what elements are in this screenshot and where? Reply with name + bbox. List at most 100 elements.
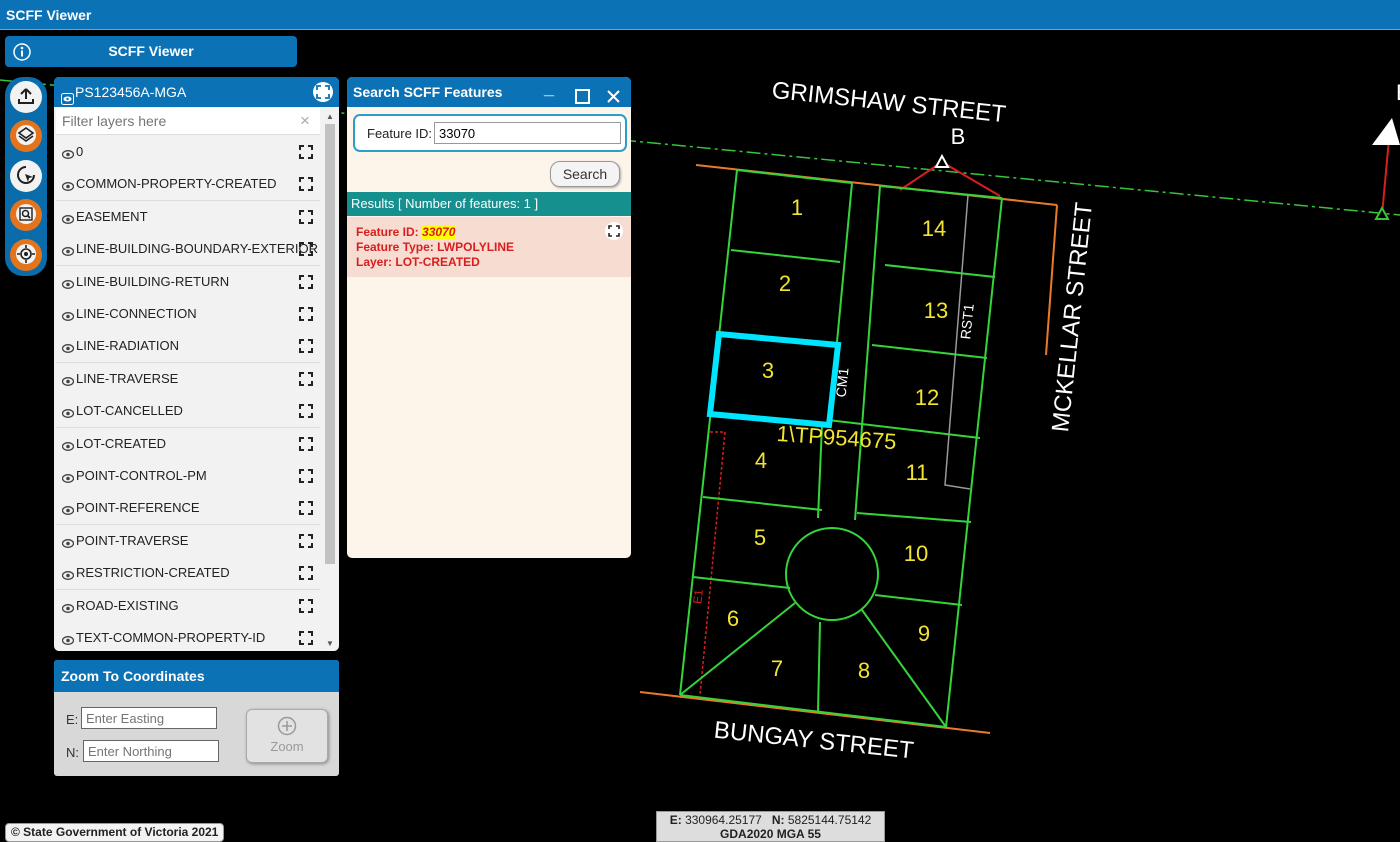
layer-row[interactable]: ROAD-EXISTING bbox=[56, 589, 320, 623]
eye-icon[interactable] bbox=[61, 536, 75, 551]
locate-button[interactable] bbox=[10, 239, 42, 271]
result-item[interactable]: Feature ID: 33070 Feature Type: LWPOLYLI… bbox=[347, 217, 631, 277]
eye-icon[interactable] bbox=[61, 406, 75, 421]
layer-name: LOT-CANCELLED bbox=[76, 403, 183, 419]
result-layer-label: Layer: bbox=[356, 255, 393, 269]
zoom-to-icon[interactable] bbox=[298, 371, 314, 390]
locate-icon bbox=[15, 243, 37, 268]
results-header: Results [ Number of features: 1 ] bbox=[347, 192, 631, 216]
layer-row[interactable]: 0 bbox=[56, 136, 320, 169]
zoom-to-icon[interactable] bbox=[298, 176, 314, 195]
upload-icon bbox=[17, 87, 35, 108]
coordinate-readout: E: 330964.25177 N: 5825144.75142 GDA2020… bbox=[656, 811, 885, 842]
zoom-to-icon[interactable] bbox=[298, 436, 314, 455]
app-title: SCFF Viewer bbox=[6, 7, 92, 23]
map-lot-number: 11 bbox=[906, 460, 929, 485]
zoom-to-icon[interactable] bbox=[298, 209, 314, 228]
map-lot-number: 7 bbox=[771, 656, 783, 681]
layer-row[interactable]: POINT-REFERENCE bbox=[56, 492, 320, 526]
result-feature-type-label: Feature Type: bbox=[356, 240, 434, 254]
scroll-up-icon[interactable]: ▲ bbox=[326, 112, 334, 121]
eye-icon[interactable] bbox=[61, 179, 75, 194]
easting-label: E: bbox=[66, 712, 79, 727]
layer-row[interactable]: LINE-CONNECTION bbox=[56, 298, 320, 331]
layer-row[interactable]: LINE-BUILDING-RETURN bbox=[56, 265, 320, 299]
layer-row[interactable]: POINT-TRAVERSE bbox=[56, 524, 320, 558]
layer-list-scrollbar[interactable]: ▲ ▼ bbox=[323, 110, 337, 651]
map-street-label-north: GRIMSHAW STREET bbox=[770, 77, 1007, 128]
zoom-to-icon[interactable] bbox=[298, 338, 314, 357]
layer-name: ROAD-EXISTING bbox=[76, 597, 179, 613]
layer-row[interactable]: RESTRICTION-CREATED bbox=[56, 557, 320, 591]
result-feature-id-label: Feature ID: bbox=[356, 225, 419, 239]
close-icon[interactable] bbox=[606, 84, 621, 114]
feature-id-label: Feature ID: bbox=[367, 126, 433, 141]
eye-icon[interactable] bbox=[61, 633, 75, 648]
result-zoom-icon[interactable] bbox=[605, 222, 623, 243]
layers-button[interactable] bbox=[10, 120, 42, 152]
scroll-down-icon[interactable]: ▼ bbox=[326, 639, 334, 648]
layer-row[interactable]: LINE-TRAVERSE bbox=[56, 362, 320, 396]
eye-icon[interactable] bbox=[61, 277, 75, 292]
layer-row[interactable]: EASEMENT bbox=[56, 200, 320, 234]
map-cm-label: CM1 bbox=[833, 367, 852, 398]
zoom-to-icon[interactable] bbox=[298, 403, 314, 422]
layer-row[interactable]: LOT-CANCELLED bbox=[56, 395, 320, 429]
northing-input[interactable] bbox=[83, 740, 219, 762]
select-button[interactable] bbox=[10, 160, 42, 192]
feature-id-input[interactable] bbox=[434, 122, 621, 144]
eye-icon[interactable] bbox=[61, 309, 75, 324]
eye-icon[interactable] bbox=[61, 568, 75, 583]
easting-input[interactable] bbox=[81, 707, 217, 729]
zoom-to-icon[interactable] bbox=[298, 468, 314, 487]
search-submit-button[interactable]: Search bbox=[550, 161, 620, 187]
clear-filter-icon[interactable]: × bbox=[300, 111, 310, 131]
eye-icon[interactable] bbox=[61, 374, 75, 389]
map-marker-triangle bbox=[934, 153, 950, 168]
layer-row[interactable]: LOT-CREATED bbox=[56, 427, 320, 461]
zoom-to-icon[interactable] bbox=[298, 274, 314, 293]
eye-icon[interactable] bbox=[61, 147, 75, 162]
scrollbar-thumb[interactable] bbox=[325, 124, 335, 564]
map-lot-number: 5 bbox=[754, 525, 766, 550]
layer-row[interactable]: COMMON-PROPERTY-CREATED bbox=[56, 168, 320, 202]
map-lot-number: 4 bbox=[755, 448, 767, 473]
layer-name: RESTRICTION-CREATED bbox=[76, 565, 230, 581]
layer-name: EASEMENT bbox=[76, 208, 148, 224]
minimize-icon[interactable]: _ bbox=[544, 77, 554, 103]
zoom-to-icon[interactable] bbox=[298, 630, 314, 649]
eye-icon[interactable] bbox=[61, 601, 75, 616]
map-lot-number: 3 bbox=[762, 358, 774, 383]
upload-button[interactable] bbox=[10, 81, 42, 113]
eye-icon[interactable] bbox=[61, 341, 75, 356]
zoom-to-icon[interactable] bbox=[298, 144, 314, 163]
result-feature-id: Feature ID: 33070 bbox=[356, 225, 456, 239]
zoom-to-icon[interactable] bbox=[298, 598, 314, 617]
app-bar-title: SCFF Viewer bbox=[108, 43, 194, 59]
zoom-to-icon[interactable] bbox=[298, 533, 314, 552]
map-e-label: E1 bbox=[690, 588, 705, 604]
zoom-to-icon[interactable] bbox=[298, 306, 314, 325]
zoom-button[interactable]: Zoom bbox=[246, 709, 328, 763]
zoom-to-icon[interactable] bbox=[298, 500, 314, 519]
eye-icon[interactable] bbox=[61, 439, 75, 454]
search-button[interactable] bbox=[10, 199, 42, 231]
zoom-to-icon[interactable] bbox=[298, 565, 314, 584]
layer-filter-input[interactable] bbox=[56, 108, 284, 134]
eye-icon[interactable] bbox=[61, 244, 75, 259]
eye-icon[interactable] bbox=[61, 503, 75, 518]
map-label-edge: E bbox=[1396, 80, 1400, 105]
zoom-to-icon[interactable] bbox=[298, 241, 314, 260]
layer-row[interactable]: POINT-CONTROL-PM bbox=[56, 460, 320, 493]
layer-name: POINT-TRAVERSE bbox=[76, 532, 189, 548]
eye-icon[interactable] bbox=[61, 212, 75, 227]
layer-row[interactable]: LINE-BUILDING-BOUNDARY-EXTERIOR bbox=[56, 233, 320, 267]
layer-row[interactable]: LINE-RADIATION bbox=[56, 330, 320, 364]
crs-readout: GDA2020 MGA 55 bbox=[720, 827, 821, 841]
eye-icon[interactable] bbox=[61, 471, 75, 486]
maximize-icon[interactable] bbox=[575, 84, 590, 114]
layer-name: COMMON-PROPERTY-CREATED bbox=[76, 176, 277, 192]
layer-name: POINT-REFERENCE bbox=[76, 500, 200, 516]
layer-row[interactable]: TEXT-COMMON-PROPERTY-ID bbox=[56, 622, 320, 651]
tool-strip bbox=[5, 77, 47, 276]
